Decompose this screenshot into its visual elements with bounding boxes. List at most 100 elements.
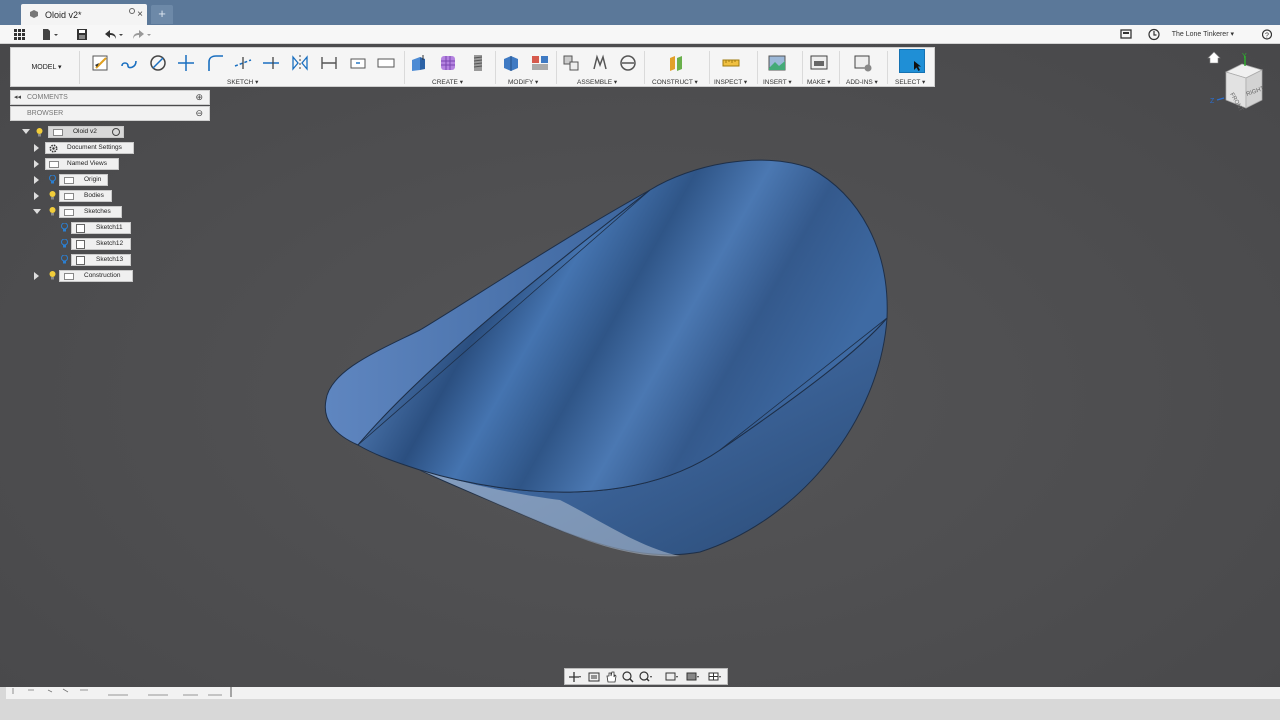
save-icon[interactable]	[76, 28, 88, 41]
as-built-joint-button[interactable]	[617, 52, 639, 74]
create-group-label[interactable]: CREATE ▾	[432, 78, 463, 86]
3d-print-button[interactable]	[808, 52, 830, 74]
insert-group-label[interactable]: INSERT ▾	[763, 78, 792, 86]
tree-expand-icon[interactable]	[34, 192, 39, 200]
tree-node-named-views[interactable]: Named Views	[45, 158, 119, 170]
redo-icon[interactable]	[131, 28, 153, 41]
viewports-icon[interactable]	[708, 671, 722, 683]
file-menu-icon[interactable]	[42, 28, 60, 41]
document-tab[interactable]: Oloid v2* ×	[21, 4, 147, 25]
new-tab-button[interactable]: +	[151, 5, 173, 24]
grid-snaps-icon[interactable]	[686, 671, 700, 683]
create-sketch-button[interactable]	[90, 52, 112, 74]
comments-panel-title: COMMENTS	[27, 94, 68, 101]
select-button[interactable]	[899, 49, 925, 73]
job-status-icon[interactable]	[1120, 28, 1132, 41]
comments-panel-header[interactable]: ◂◂ COMMENTS ⊕	[10, 90, 210, 105]
document-icon	[53, 129, 63, 136]
joint-button[interactable]	[589, 52, 611, 74]
pan-hand-icon[interactable]	[604, 671, 618, 683]
addins-group-label[interactable]: ADD-INS ▾	[846, 78, 878, 86]
visibility-bulb-icon[interactable]	[49, 175, 56, 184]
line-button[interactable]	[118, 52, 140, 74]
sketch-group-label[interactable]: SKETCH ▾	[227, 78, 258, 86]
tree-node-sketch11[interactable]: Sketch11	[71, 222, 131, 234]
tree-node-origin[interactable]: Origin	[59, 174, 108, 186]
create-sketch-icon	[92, 55, 108, 71]
tree-node-sketch12[interactable]: Sketch12	[71, 238, 131, 250]
gear-icon	[49, 144, 58, 153]
visibility-bulb-icon[interactable]	[49, 271, 56, 280]
visibility-bulb-icon[interactable]	[61, 255, 68, 264]
tree-expand-icon[interactable]	[34, 144, 39, 152]
user-account-menu[interactable]: The Lone Tinkerer ▾	[1172, 30, 1234, 38]
clock-icon[interactable]	[1148, 28, 1160, 41]
browser-panel-header[interactable]: BROWSER ⊖	[10, 106, 210, 121]
collapse-panel-icon[interactable]: ◂◂	[14, 93, 21, 101]
fillet-modify-button[interactable]	[529, 52, 551, 74]
tree-label: Sketches	[84, 208, 111, 215]
sketch-palette-button[interactable]	[375, 52, 397, 74]
part-icon	[30, 10, 38, 18]
close-tab-button[interactable]: ×	[137, 9, 143, 20]
extend-button[interactable]	[260, 52, 282, 74]
stop-sketch-button[interactable]	[347, 52, 369, 74]
zoom-icon[interactable]	[621, 671, 635, 683]
tree-expand-icon[interactable]	[22, 129, 30, 134]
tree-expand-icon[interactable]	[34, 272, 39, 280]
help-icon[interactable]: ?	[1262, 28, 1272, 41]
tree-node-sketches[interactable]: Sketches	[59, 206, 122, 218]
visibility-bulb-icon[interactable]	[61, 223, 68, 232]
rectangle-tool-icon	[350, 58, 366, 69]
mirror-button[interactable]	[289, 52, 311, 74]
workspace-switcher[interactable]: MODEL ▾	[14, 51, 80, 84]
tree-expand-icon[interactable]	[34, 160, 39, 168]
tree-node-sketch13[interactable]: Sketch13	[71, 254, 131, 266]
fit-zoom-icon[interactable]	[638, 671, 652, 683]
construct-group-label[interactable]: CONSTRUCT ▾	[652, 78, 698, 86]
point-button[interactable]	[175, 52, 197, 74]
orbit-icon[interactable]	[568, 671, 582, 683]
axis-y-label: Y	[1242, 53, 1247, 60]
assemble-group-label[interactable]: ASSEMBLE ▾	[577, 78, 617, 86]
comments-add-icon[interactable]: ⊕	[195, 92, 203, 103]
viewcube[interactable]: FRONT RIGHT Y Z	[1200, 50, 1276, 120]
visibility-bulb-icon[interactable]	[49, 207, 56, 216]
tree-node-bodies[interactable]: Bodies	[59, 190, 112, 202]
extrude-button[interactable]	[408, 52, 430, 74]
select-group-label[interactable]: SELECT ▾	[895, 78, 925, 86]
look-at-icon[interactable]	[587, 671, 601, 683]
press-pull-button[interactable]	[500, 52, 522, 74]
timeline-controls-icon[interactable]	[8, 687, 238, 697]
visibility-bulb-icon[interactable]	[61, 239, 68, 248]
visibility-bulb-icon[interactable]	[49, 191, 56, 200]
modify-group-label[interactable]: MODIFY ▾	[508, 78, 538, 86]
inspect-group-label[interactable]: INSPECT ▾	[714, 78, 747, 86]
tree-collapse-icon[interactable]	[33, 209, 41, 214]
viewcube-body: FRONT RIGHT	[1225, 63, 1266, 113]
coil-button[interactable]	[467, 52, 489, 74]
tree-expand-icon[interactable]	[34, 176, 39, 184]
circle-button[interactable]	[147, 52, 169, 74]
tree-node-construction[interactable]: Construction	[59, 270, 133, 282]
trim-button[interactable]	[232, 52, 254, 74]
display-settings-icon[interactable]	[665, 671, 679, 683]
measure-button[interactable]	[720, 52, 742, 74]
scripts-addins-button[interactable]	[852, 52, 874, 74]
as-built-joint-icon	[620, 55, 636, 71]
make-group-label[interactable]: MAKE ▾	[807, 78, 831, 86]
visibility-bulb-icon[interactable]	[36, 128, 43, 137]
new-component-button[interactable]	[560, 52, 582, 74]
offset-plane-button[interactable]	[665, 52, 687, 74]
fillet-button[interactable]	[204, 52, 226, 74]
tree-node-root[interactable]: Oloid v2	[48, 126, 124, 138]
insert-image-button[interactable]	[766, 52, 788, 74]
timeline-strip[interactable]	[6, 687, 1280, 699]
form-button[interactable]	[437, 52, 459, 74]
activate-radio-icon[interactable]	[112, 128, 120, 136]
tree-node-document-settings[interactable]: Document Settings	[45, 142, 134, 154]
browser-pin-icon[interactable]: ⊖	[195, 108, 203, 119]
data-panel-grid-icon[interactable]	[13, 28, 26, 41]
undo-icon[interactable]	[102, 28, 124, 41]
sketch-dimension-button[interactable]	[318, 52, 340, 74]
